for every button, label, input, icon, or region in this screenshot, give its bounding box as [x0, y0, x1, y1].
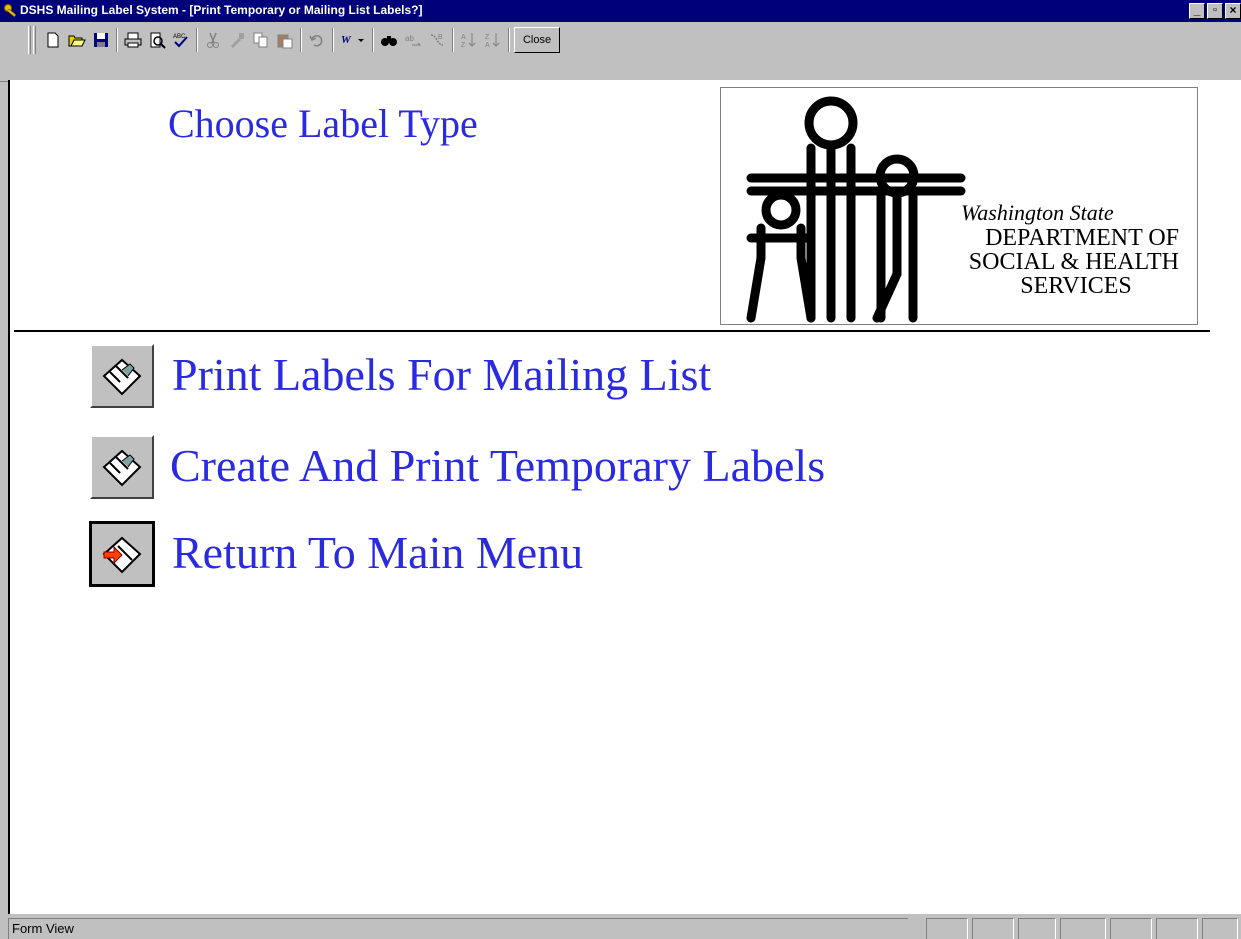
- window-title: DSHS Mailing Label System - [Print Tempo…: [20, 3, 423, 17]
- cut-icon[interactable]: [202, 27, 224, 53]
- toolbar-grip[interactable]: [28, 26, 31, 54]
- key-icon: [4, 4, 17, 18]
- svg-text:A: A: [461, 34, 466, 41]
- print-icon[interactable]: [122, 27, 144, 53]
- divider: [14, 330, 1210, 332]
- spelling-icon[interactable]: ABC: [170, 27, 192, 53]
- svg-text:W: W: [341, 34, 352, 46]
- svg-text:Z: Z: [485, 34, 490, 41]
- exit-door-icon: [102, 536, 142, 574]
- status-text: Form View: [8, 918, 908, 939]
- copy-icon[interactable]: [250, 27, 272, 53]
- office-links-icon[interactable]: W: [338, 27, 368, 53]
- title-bar: DSHS Mailing Label System - [Print Tempo…: [0, 0, 1241, 22]
- page-title: Choose Label Type: [168, 101, 478, 146]
- create-temporary-labels-button[interactable]: [90, 435, 154, 499]
- find-icon[interactable]: [378, 27, 400, 53]
- toolbar: ABC W ab B AZ ZA Close: [0, 22, 1241, 82]
- create-temporary-labels-label[interactable]: Create And Print Temporary Labels: [170, 439, 825, 492]
- toolbar-grip[interactable]: [33, 26, 36, 54]
- open-book-icon: [102, 358, 142, 396]
- dshs-logo: Washington State DEPARTMENT OF SOCIAL & …: [720, 87, 1198, 325]
- svg-text:ab: ab: [405, 34, 414, 43]
- save-icon[interactable]: [90, 27, 112, 53]
- logo-state-text: Washington State: [961, 200, 1114, 225]
- print-preview-icon[interactable]: [146, 27, 168, 53]
- goto-icon[interactable]: B: [426, 27, 448, 53]
- paste-icon[interactable]: [274, 27, 296, 53]
- print-mailing-list-label[interactable]: Print Labels For Mailing List: [172, 348, 711, 401]
- status-panel: [1060, 918, 1106, 939]
- status-bar: Form View: [0, 914, 1241, 939]
- status-panel: [1156, 918, 1198, 939]
- maximize-button[interactable]: ▫: [1207, 3, 1223, 19]
- close-window-button[interactable]: ×: [1225, 3, 1241, 19]
- status-panel: [972, 918, 1014, 939]
- open-icon[interactable]: [66, 27, 88, 53]
- sort-ascending-icon[interactable]: AZ: [458, 27, 480, 53]
- open-book-icon: [102, 449, 142, 487]
- new-icon[interactable]: [42, 27, 64, 53]
- minimize-button[interactable]: _: [1189, 3, 1205, 19]
- return-main-menu-label[interactable]: Return To Main Menu: [172, 526, 583, 579]
- close-button[interactable]: Close: [514, 27, 560, 53]
- status-panel: [926, 918, 968, 939]
- status-panel: [1110, 918, 1152, 939]
- svg-text:A: A: [485, 42, 490, 49]
- print-mailing-list-button[interactable]: [90, 344, 154, 408]
- logo-dept-text: DEPARTMENT OF SOCIAL & HEALTH SERVICES: [968, 225, 1179, 299]
- format-painter-icon[interactable]: [226, 27, 248, 53]
- replace-icon[interactable]: ab: [402, 27, 424, 53]
- status-panel: [1018, 918, 1056, 939]
- svg-text:B: B: [438, 34, 443, 41]
- undo-icon[interactable]: [306, 27, 328, 53]
- svg-text:Z: Z: [461, 42, 466, 49]
- label-type-form: Choose Label Type Washington State DEPAR…: [8, 80, 1241, 914]
- return-main-menu-button[interactable]: [89, 521, 155, 587]
- status-panel: [1202, 918, 1238, 939]
- sort-descending-icon[interactable]: ZA: [482, 27, 504, 53]
